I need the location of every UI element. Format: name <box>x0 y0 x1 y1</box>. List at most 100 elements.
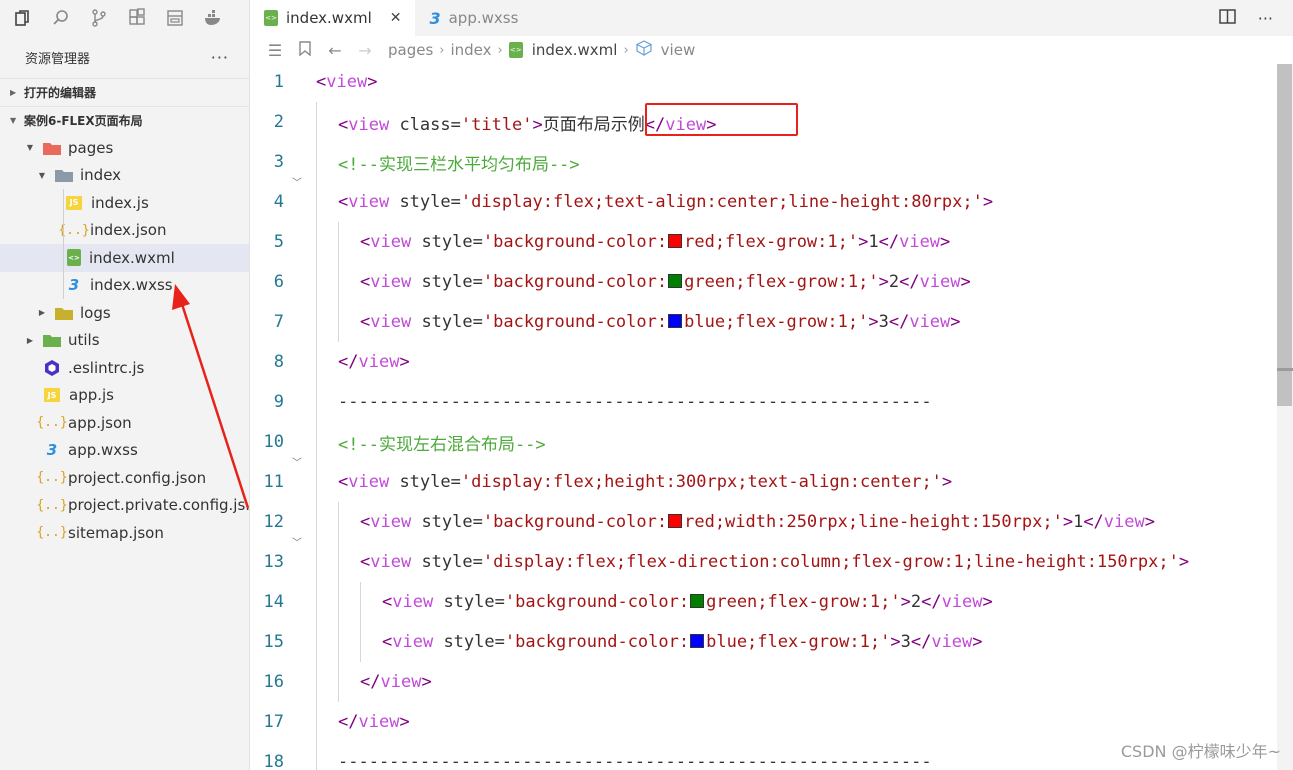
code-text: <!--实现三栏水平均匀布局--> <box>338 154 580 175</box>
tree-item-label: project.private.config.js... <box>68 496 249 515</box>
code-text: <view style='background-color: red;width:… <box>360 512 1155 532</box>
code-line[interactable]: 5 <view style='background-color: red;flex-… <box>250 222 1293 262</box>
more-actions-icon[interactable]: ··· <box>1258 9 1273 28</box>
tree-item-label: index <box>80 166 122 185</box>
code-line[interactable]: 7 <view style='background-color: blue;flex… <box>250 302 1293 342</box>
tree-item-label: .eslintrc.js <box>68 358 145 377</box>
breadcrumb-file[interactable]: index.wxml <box>532 41 618 59</box>
activity-bar <box>0 0 249 36</box>
close-icon[interactable]: ✕ <box>390 10 402 26</box>
color-swatch-red[interactable] <box>668 514 683 528</box>
code-line[interactable]: 14 <view style='background-color: green;fl… <box>250 582 1293 622</box>
code-line[interactable]: 16 </view> <box>250 662 1293 702</box>
tree-item-utils[interactable]: ▶ utils <box>0 327 249 355</box>
chevron-down-icon[interactable]: ▼ <box>36 171 48 180</box>
chevron-right-icon[interactable]: ▶ <box>36 308 48 317</box>
list-icon[interactable]: ☰ <box>260 41 290 60</box>
indent-guide <box>338 502 339 702</box>
tree-item-app-js[interactable]: JS app.js <box>0 382 249 410</box>
color-swatch-blue[interactable] <box>690 634 705 648</box>
code-line[interactable]: 12 <view style='background-color: red;widt… <box>250 502 1293 542</box>
code-line[interactable]: 13 ﹀ <view style='display:flex;flex-direct… <box>250 538 1293 582</box>
code-editor[interactable]: 1﹀<view>2<view class='title'>页面布局示例</vie… <box>250 64 1293 770</box>
code-text: <view style='display:flex;text-align:cen… <box>338 192 994 212</box>
source-control-icon[interactable] <box>84 3 114 33</box>
bookmark-icon[interactable] <box>290 40 320 60</box>
indent-guide <box>63 216 64 244</box>
tab-label: app.wxss <box>448 9 519 27</box>
editor: <> index.wxml ✕ 3 app.wxss ··· ☰ ← → pag… <box>250 0 1293 770</box>
tree-item-index-wxml[interactable]: index.wxml <box>0 244 249 272</box>
code-line[interactable]: 9 ---------------------------------------… <box>250 382 1293 422</box>
color-swatch-red[interactable] <box>668 234 683 248</box>
split-editor-icon[interactable] <box>1218 8 1236 28</box>
tab-index-wxml[interactable]: <> index.wxml ✕ <box>250 0 416 36</box>
tree-item-eslintrc-js[interactable]: .eslintrc.js <box>0 354 249 382</box>
more-actions-icon[interactable]: ··· <box>211 48 229 67</box>
vertical-scrollbar[interactable] <box>1277 64 1293 770</box>
code-line[interactable]: 15 <view style='background-color: blue;fle… <box>250 622 1293 662</box>
fold-chevron-icon[interactable]: ﹀ <box>292 174 302 189</box>
code-line[interactable]: 8 </view> <box>250 342 1293 382</box>
code-line[interactable]: 11 ﹀ <view style='display:flex;height:300r… <box>250 458 1293 502</box>
code-text: <view style='background-color: blue;flex-… <box>382 632 983 652</box>
search-icon[interactable] <box>46 3 76 33</box>
wxml-file-icon <box>67 249 81 267</box>
tree-item-logs[interactable]: ▶ logs <box>0 299 249 327</box>
code-line[interactable]: 3 <!--实现三栏水平均匀布局--> <box>250 142 1293 182</box>
files-icon[interactable] <box>8 3 38 33</box>
tree-item-sitemap-json[interactable]: {..} sitemap.json <box>0 519 249 547</box>
code-line[interactable]: 6 <view style='background-color: green;fle… <box>250 262 1293 302</box>
color-swatch-green[interactable] <box>668 274 683 288</box>
tree-item-app-wxss[interactable]: 3 app.wxss <box>0 437 249 465</box>
tree-item-label: app.json <box>68 413 132 432</box>
color-swatch-green[interactable] <box>690 594 705 608</box>
forward-arrow-icon[interactable]: → <box>350 41 380 60</box>
chevron-down-icon[interactable]: ▼ <box>24 143 36 152</box>
devtools-icon[interactable] <box>160 3 190 33</box>
fold-chevron-icon[interactable]: ﹀ <box>292 534 302 549</box>
code-text: <view style='background-color: blue;flex-… <box>360 312 961 332</box>
scrollbar-thumb[interactable] <box>1277 64 1292 406</box>
tree-item-label: logs <box>80 303 111 322</box>
chevron-right-icon[interactable]: ▶ <box>24 336 36 345</box>
explorer-header: 资源管理器 ··· <box>0 36 249 78</box>
tree-item-index-wxss[interactable]: 3 index.wxss <box>0 271 249 299</box>
tree-item-app-json[interactable]: {..} app.json <box>0 409 249 437</box>
tree-item-pages[interactable]: ▼ pages <box>0 134 249 162</box>
fold-chevron-icon[interactable]: ﹀ <box>292 454 302 469</box>
code-text: </view> <box>338 352 410 372</box>
tree-item-index[interactable]: ▼ index <box>0 162 249 190</box>
line-number: 12 <box>263 512 284 532</box>
tree-item-project-config-json[interactable]: {..} project.config.json <box>0 464 249 492</box>
code-text: </view> <box>360 672 432 692</box>
json-file-icon: {..} <box>36 415 68 431</box>
line-number: 11 <box>263 472 284 492</box>
breadcrumb-item[interactable]: pages <box>388 41 433 59</box>
tree-item-project-private-config-js[interactable]: {..} project.private.config.js... <box>0 492 249 520</box>
code-line[interactable]: 1 ﹀ <view> <box>250 64 1293 102</box>
chevron-right-icon: › <box>439 42 445 58</box>
tree-item-index-js[interactable]: JS index.js <box>0 189 249 217</box>
project-section[interactable]: ▼ 案例6-FLEX页面布局 <box>0 106 249 134</box>
chevron-right-icon: › <box>497 42 503 58</box>
breadcrumb-symbol[interactable]: view <box>661 41 696 59</box>
docker-icon[interactable] <box>198 3 228 33</box>
wxml-file-icon: <> <box>508 42 523 58</box>
breadcrumb-item[interactable]: index <box>450 41 491 59</box>
code-line[interactable]: 4 ﹀ <view style='display:flex;text-align:c… <box>250 178 1293 222</box>
code-line[interactable]: 17 </view> <box>250 702 1293 742</box>
code-text: <!--实现左右混合布局--> <box>338 434 546 455</box>
open-editors-section[interactable]: ▶ 打开的编辑器 <box>0 78 249 106</box>
line-number: 1 <box>273 72 284 92</box>
code-line[interactable]: 10 <!--实现左右混合布局--> <box>250 422 1293 462</box>
fold-chevron-icon[interactable]: ﹀ <box>292 64 302 69</box>
code-text: <view style='background-color: red;flex-g… <box>360 232 951 252</box>
tree-item-index-json[interactable]: {..} index.json <box>0 216 249 244</box>
line-number: 8 <box>273 352 284 372</box>
tree-item-label: utils <box>68 331 100 350</box>
color-swatch-blue[interactable] <box>668 314 683 328</box>
back-arrow-icon[interactable]: ← <box>320 41 350 60</box>
tab-app-wxss[interactable]: 3 app.wxss <box>415 0 551 36</box>
extensions-icon[interactable] <box>122 3 152 33</box>
